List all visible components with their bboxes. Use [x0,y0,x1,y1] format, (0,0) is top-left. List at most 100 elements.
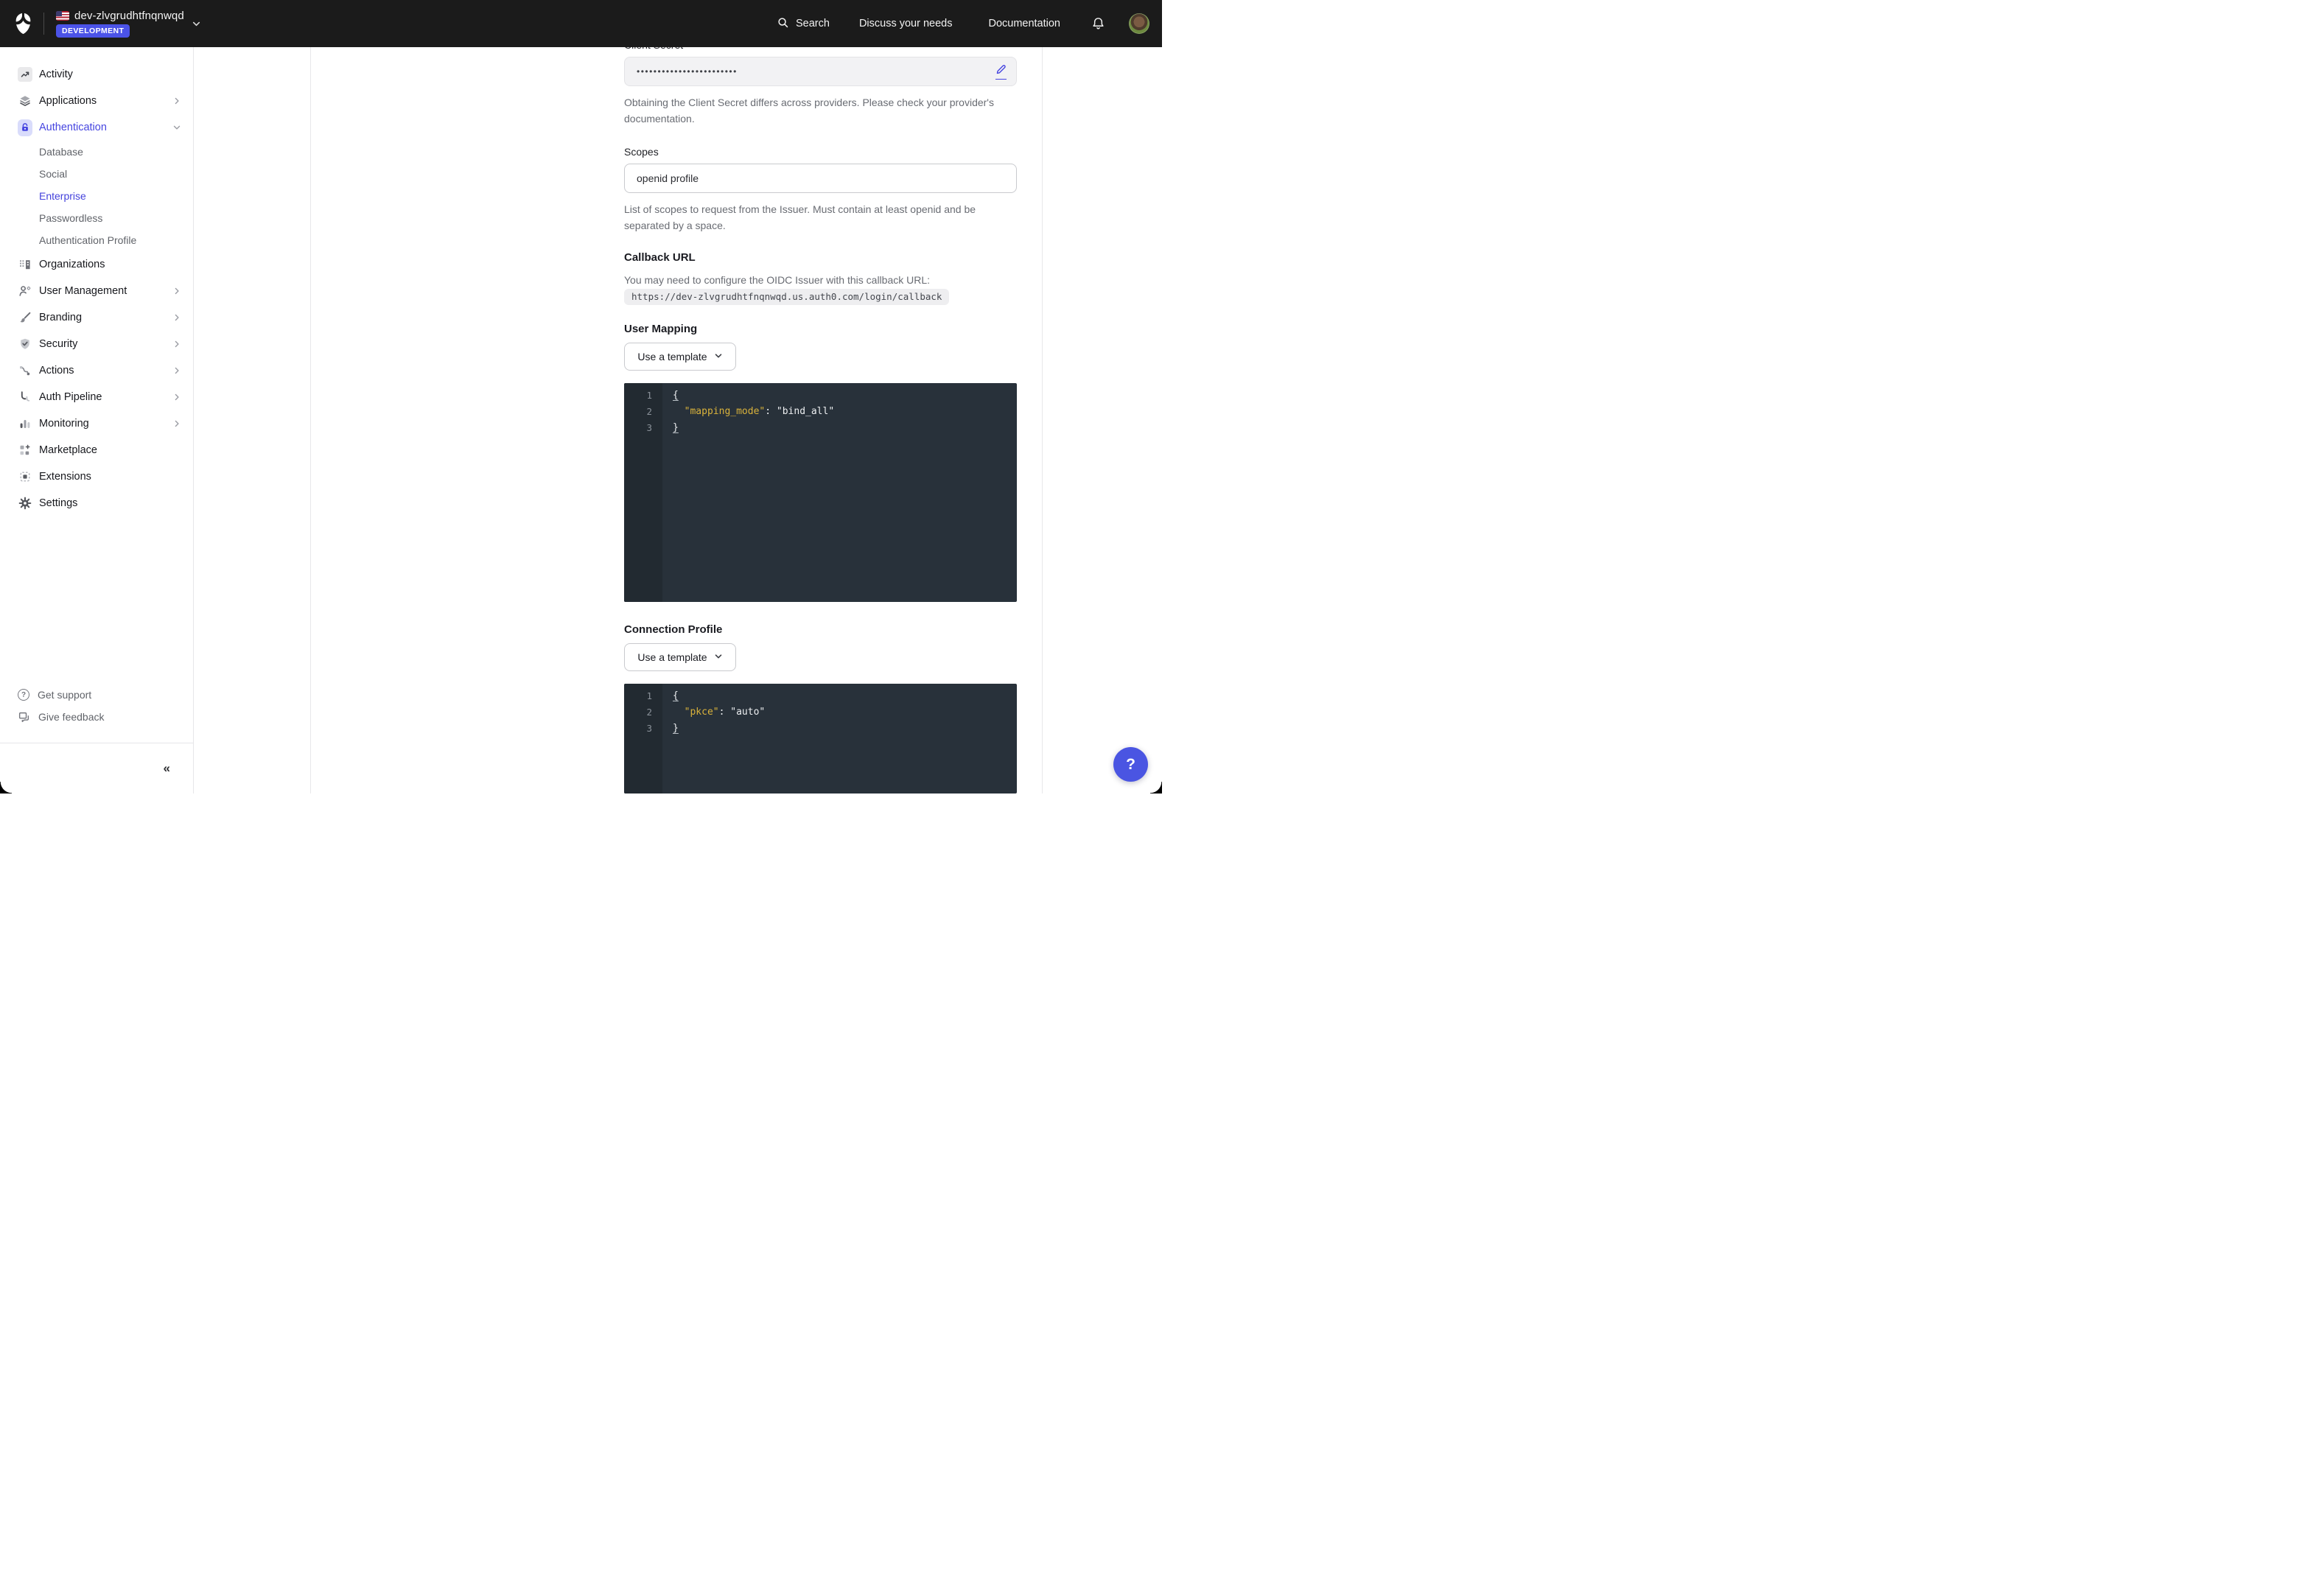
auth0-logo-icon[interactable] [13,13,33,35]
sidebar-item-user-management[interactable]: User Management [0,278,193,304]
chevron-right-icon [172,313,181,322]
get-support-link[interactable]: ? Get support [0,684,193,706]
pencil-icon [995,63,1007,78]
scopes-input[interactable] [624,164,1017,193]
sidebar-item-label: Authentication [39,122,172,133]
give-feedback-link[interactable]: Give feedback [0,706,193,728]
tenant-name: dev-zlvgrudhtfnqnwqd [74,10,184,22]
sidebar-item-organizations[interactable]: Organizations [0,251,193,278]
auth-pipeline-icon [18,390,32,404]
sidebar-item-label: Settings [39,497,181,509]
sidebar-item-activity[interactable]: Activity [0,61,193,88]
sidebar-item-passwordless[interactable]: Passwordless [0,207,193,229]
callback-url-title: Callback URL [624,251,1017,265]
notifications-bell-icon[interactable] [1091,16,1105,31]
tenant-chevron-down-icon[interactable] [192,19,201,29]
extensions-chip-icon [18,469,32,484]
line-number: 3 [624,420,662,436]
sidebar-item-auth-pipeline[interactable]: Auth Pipeline [0,384,193,410]
discuss-your-needs-link[interactable]: Discuss your needs [859,18,953,29]
topbar-left: dev-zlvgrudhtfnqnwqd DEVELOPMENT [0,10,201,38]
give-feedback-label: Give feedback [38,711,105,723]
sidebar-item-social[interactable]: Social [0,163,193,185]
organizations-icon [18,257,32,272]
sidebar-item-actions[interactable]: Actions [0,357,193,384]
sidebar-item-label: Organizations [39,259,181,270]
chevron-down-icon [172,123,181,132]
tenant-switcher[interactable]: dev-zlvgrudhtfnqnwqd DEVELOPMENT [56,10,184,38]
activity-icon [18,67,32,82]
edit-client-secret-button[interactable] [995,63,1007,80]
callback-url-value: https://dev-zlvgrudhtfnqnwqd.us.auth0.co… [624,289,949,305]
sidebar-footer: ? Get support Give feedback [0,684,193,728]
get-support-label: Get support [38,689,91,701]
monitoring-bars-icon [18,416,32,431]
code-token: } [673,723,679,734]
sidebar-item-security[interactable]: Security [0,331,193,357]
sidebar-item-enterprise[interactable]: Enterprise [0,185,193,207]
code-token [673,707,685,718]
help-floating-button[interactable]: ? [1113,747,1148,782]
line-number: 2 [624,404,662,420]
chevron-right-icon [172,97,181,105]
top-navigation-bar: dev-zlvgrudhtfnqnwqd DEVELOPMENT Search … [0,0,1162,47]
settings-gear-icon [18,496,32,511]
sidebar-item-label: Extensions [39,471,181,483]
authentication-submenu: Database Social Enterprise Passwordless … [0,141,193,251]
sidebar-item-branding[interactable]: Branding [0,304,193,331]
search-button[interactable]: Search [777,16,830,32]
user-avatar[interactable] [1129,13,1149,34]
sidebar-item-monitoring[interactable]: Monitoring [0,410,193,437]
line-number: 1 [624,688,662,704]
branding-brush-icon [18,310,32,325]
code-token: : [719,707,731,718]
code-area: { "pkce": "auto" } [662,684,1017,794]
chevron-right-icon [172,366,181,375]
scopes-label: Scopes [624,144,1017,159]
collapse-sidebar-button[interactable]: « [164,761,169,776]
sidebar-item-label: Auth Pipeline [39,391,172,403]
content-right-border [1042,47,1043,794]
line-number-gutter: 1 2 3 [624,684,662,794]
code-token: { [673,690,679,701]
sidebar-navigation: Activity Applications Authentication Dat… [0,47,194,794]
sidebar-item-label: Monitoring [39,418,172,430]
sidebar-item-label: Marketplace [39,444,181,456]
sidebar-item-authentication[interactable]: Authentication [0,114,193,141]
connection-profile-title: Connection Profile [624,623,1017,637]
actions-flow-icon [18,363,32,378]
code-token: : [765,406,777,417]
help-circle-icon: ? [18,689,29,701]
sidebar-item-database[interactable]: Database [0,141,193,163]
user-mapping-title: User Mapping [624,322,1017,337]
code-area: { "mapping_mode": "bind_all" } [662,383,1017,602]
search-label: Search [796,18,830,29]
line-number-gutter: 1 2 3 [624,383,662,602]
search-icon [777,16,789,32]
scopes-helper: List of scopes to request from the Issue… [624,201,1017,234]
user-mapping-template-button[interactable]: Use a template [624,343,736,371]
sidebar-item-label: Security [39,338,172,350]
environment-badge: DEVELOPMENT [56,24,130,38]
chevron-right-icon [172,340,181,348]
code-token: { [673,390,679,401]
sidebar-item-authentication-profile[interactable]: Authentication Profile [0,229,193,251]
chevron-right-icon [172,393,181,402]
sidebar-item-extensions[interactable]: Extensions [0,463,193,490]
connection-profile-code-editor[interactable]: 1 2 3 { "pkce": "auto" } [624,684,1017,794]
user-mapping-code-editor[interactable]: 1 2 3 { "mapping_mode": "bind_all" } [624,383,1017,602]
code-token-key: "mapping_mode" [685,406,766,417]
sidebar-item-label: Branding [39,312,172,323]
us-flag-icon [56,11,69,21]
sidebar-item-settings[interactable]: Settings [0,490,193,516]
connection-profile-template-button[interactable]: Use a template [624,643,736,671]
sidebar-item-label: Actions [39,365,172,376]
topbar-divider [43,13,44,35]
sidebar-item-applications[interactable]: Applications [0,88,193,114]
sidebar-item-label: User Management [39,285,172,297]
content-left-border [310,47,311,794]
documentation-link[interactable]: Documentation [988,18,1060,29]
settings-form: Client Secret •••••••••••••••••••••••• O… [624,38,1017,794]
sidebar-collapse-row: « [0,743,193,794]
sidebar-item-marketplace[interactable]: Marketplace [0,437,193,463]
